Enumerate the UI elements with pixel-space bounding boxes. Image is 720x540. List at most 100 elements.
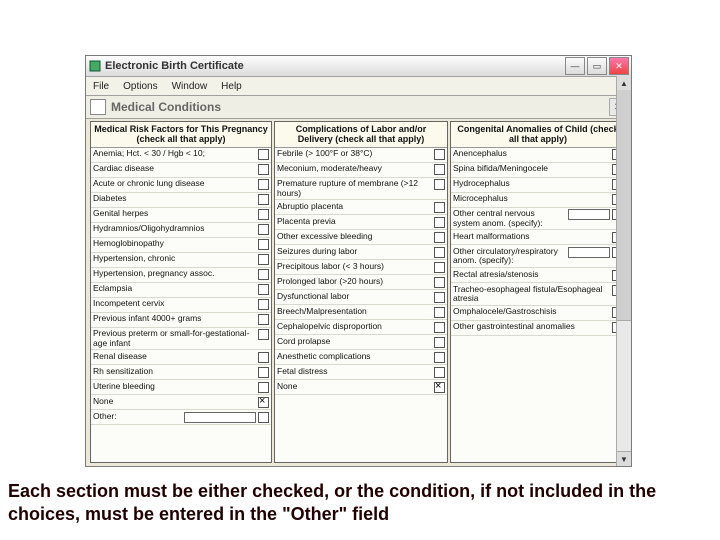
checkbox[interactable] — [258, 149, 269, 160]
form-row: Hydramnios/Oligohydramnios — [91, 223, 271, 238]
row-label: Placenta previa — [277, 217, 432, 226]
checkbox[interactable] — [434, 292, 445, 303]
row-label: Other gastrointestinal anomalies — [453, 322, 610, 331]
checkbox[interactable] — [258, 329, 269, 340]
row-label: Spina bifida/Meningocele — [453, 164, 610, 173]
text-input[interactable] — [568, 209, 610, 220]
row-label: Fetal distress — [277, 367, 432, 376]
row-label: Breech/Malpresentation — [277, 307, 432, 316]
form-row: Placenta previa — [275, 215, 447, 230]
text-input[interactable] — [568, 247, 610, 258]
row-label: None — [277, 382, 432, 391]
row-label: Dysfunctional labor — [277, 292, 432, 301]
scrollbar[interactable]: ▲ ▼ — [616, 76, 631, 466]
checkbox[interactable] — [434, 217, 445, 228]
form-row: Precipitous labor (< 3 hours) — [275, 260, 447, 275]
menu-window[interactable]: Window — [165, 81, 215, 92]
row-label: Febrile (> 100°F or 38°C) — [277, 149, 432, 158]
checkbox[interactable] — [434, 179, 445, 190]
checkbox[interactable] — [434, 382, 445, 393]
checkbox[interactable] — [258, 269, 269, 280]
form-row: Other circulatory/respiratory anom. (spe… — [451, 245, 625, 268]
checkbox[interactable] — [258, 164, 269, 175]
scroll-down-button[interactable]: ▼ — [617, 451, 631, 466]
column-header: Medical Risk Factors for This Pregnancy … — [91, 122, 271, 148]
form-row: Previous infant 4000+ grams — [91, 313, 271, 328]
close-button[interactable]: ✕ — [609, 57, 629, 75]
application-window: Electronic Birth Certificate — ▭ ✕ File … — [85, 55, 632, 467]
minimize-button[interactable]: — — [565, 57, 585, 75]
checkbox[interactable] — [434, 164, 445, 175]
form-row: Hypertension, chronic — [91, 253, 271, 268]
row-label: Tracheo-esophageal fistula/Esophageal at… — [453, 285, 610, 304]
row-label: Anemia; Hct. < 30 / Hgb < 10; — [93, 149, 256, 158]
row-label: Anencephalus — [453, 149, 610, 158]
form-row: Other: — [91, 410, 271, 425]
checkbox[interactable] — [434, 247, 445, 258]
checkbox[interactable] — [258, 194, 269, 205]
form-row: Uterine bleeding — [91, 380, 271, 395]
checkbox[interactable] — [434, 367, 445, 378]
checkbox[interactable] — [258, 352, 269, 363]
menu-options[interactable]: Options — [116, 81, 164, 92]
row-label: Diabetes — [93, 194, 256, 203]
form-row: Renal disease — [91, 350, 271, 365]
checkbox[interactable] — [434, 337, 445, 348]
checkbox[interactable] — [434, 232, 445, 243]
checkbox[interactable] — [258, 179, 269, 190]
scroll-thumb[interactable] — [617, 90, 631, 321]
checkbox[interactable] — [434, 262, 445, 273]
row-label: Hemoglobinopathy — [93, 239, 256, 248]
scroll-up-button[interactable]: ▲ — [617, 76, 631, 91]
row-label: Genital herpes — [93, 209, 256, 218]
form-row: Febrile (> 100°F or 38°C) — [275, 148, 447, 163]
form-row: Hypertension, pregnancy assoc. — [91, 268, 271, 283]
row-label: Hydrocephalus — [453, 179, 610, 188]
form-row: Prolonged labor (>20 hours) — [275, 275, 447, 290]
row-label: Prolonged labor (>20 hours) — [277, 277, 432, 286]
checkbox[interactable] — [434, 202, 445, 213]
checkbox[interactable] — [258, 314, 269, 325]
checkbox[interactable] — [258, 412, 269, 423]
checkbox[interactable] — [434, 352, 445, 363]
column-medical-risk: Medical Risk Factors for This Pregnancy … — [90, 121, 272, 463]
form-row: Anencephalus — [451, 148, 625, 163]
row-label: Rh sensitization — [93, 367, 256, 376]
menu-help[interactable]: Help — [214, 81, 249, 92]
menu-file[interactable]: File — [86, 81, 116, 92]
checkbox[interactable] — [258, 209, 269, 220]
row-label: Microcephalus — [453, 194, 610, 203]
maximize-button[interactable]: ▭ — [587, 57, 607, 75]
column-header: Complications of Labor and/or Delivery (… — [275, 122, 447, 148]
checkbox[interactable] — [434, 149, 445, 160]
row-label: Cephalopelvic disproportion — [277, 322, 432, 331]
form-row: Previous preterm or small-for-gestationa… — [91, 328, 271, 351]
slide-caption: Each section must be either checked, or … — [8, 480, 712, 525]
checkbox[interactable] — [258, 367, 269, 378]
row-label: Hypertension, pregnancy assoc. — [93, 269, 256, 278]
window-title: Electronic Birth Certificate — [105, 60, 563, 72]
checkbox[interactable] — [258, 239, 269, 250]
form-row: Diabetes — [91, 193, 271, 208]
checkbox[interactable] — [258, 299, 269, 310]
title-bar[interactable]: Electronic Birth Certificate — ▭ ✕ — [86, 56, 631, 77]
checkbox[interactable] — [258, 284, 269, 295]
checkbox[interactable] — [258, 397, 269, 408]
checkbox[interactable] — [258, 224, 269, 235]
form-row: Microcephalus — [451, 193, 625, 208]
form-row: Genital herpes — [91, 208, 271, 223]
row-label: Cardiac disease — [93, 164, 256, 173]
row-label: Omphalocele/Gastroschisis — [453, 307, 610, 316]
form-row: Rh sensitization — [91, 365, 271, 380]
checkbox[interactable] — [258, 382, 269, 393]
text-input[interactable] — [184, 412, 256, 423]
checkbox[interactable] — [434, 307, 445, 318]
checkbox[interactable] — [434, 277, 445, 288]
section-header: Medical Conditions ✕ — [86, 96, 631, 119]
row-label: Other excessive bleeding — [277, 232, 432, 241]
row-label: Renal disease — [93, 352, 256, 361]
checkbox[interactable] — [258, 254, 269, 265]
form-row: Tracheo-esophageal fistula/Esophageal at… — [451, 283, 625, 306]
checkbox[interactable] — [434, 322, 445, 333]
form-row: Anemia; Hct. < 30 / Hgb < 10; — [91, 148, 271, 163]
